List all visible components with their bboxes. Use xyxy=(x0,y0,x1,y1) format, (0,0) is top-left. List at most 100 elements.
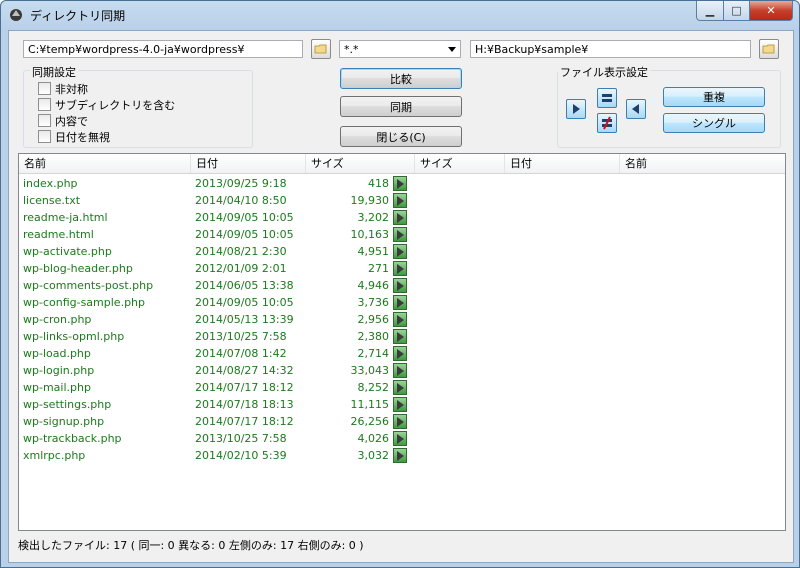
sync-settings-group: 同期設定 非対称 サブディレクトリを含む 内容で 日付を無視 xyxy=(23,64,253,148)
arrow-right-icon xyxy=(397,332,404,342)
table-row[interactable]: readme.html 2014/09/05 10:05 10,163 xyxy=(19,226,785,243)
table-row[interactable]: wp-comments-post.php 2014/06/05 13:38 4,94… xyxy=(19,277,785,294)
table-row[interactable]: wp-cron.php 2014/05/13 13:39 2,956 xyxy=(19,311,785,328)
left-only-marker[interactable] xyxy=(393,363,407,378)
left-only-marker[interactable] xyxy=(393,380,407,395)
title-bar[interactable]: ディレクトリ同期 ▁ □ ✕ xyxy=(1,1,799,29)
left-only-marker[interactable] xyxy=(393,312,407,327)
right-path-input[interactable]: H:¥Backup¥sample¥ xyxy=(470,40,751,58)
left-only-marker[interactable] xyxy=(393,329,407,344)
file-name: wp-signup.php xyxy=(23,415,105,428)
option-ignore-date[interactable]: 日付を無視 xyxy=(38,129,110,144)
table-row[interactable]: wp-login.php 2014/08/27 14:32 33,043 xyxy=(19,362,785,379)
file-name: wp-cron.php xyxy=(23,313,92,326)
file-name: wp-blog-header.php xyxy=(23,262,133,275)
table-row[interactable]: wp-activate.php 2014/08/21 2:30 4,951 xyxy=(19,243,785,260)
file-name: wp-settings.php xyxy=(23,398,112,411)
duplicate-button[interactable]: 重複 xyxy=(663,87,765,107)
file-name: readme.html xyxy=(23,228,94,241)
column-header-left-date[interactable]: 日付 xyxy=(191,154,306,173)
show-equal-button[interactable] xyxy=(597,88,617,108)
sync-button[interactable]: 同期 xyxy=(340,96,462,117)
option-asymmetric[interactable]: 非対称 xyxy=(38,81,88,96)
left-browse-button[interactable] xyxy=(311,39,331,59)
maximize-button[interactable]: □ xyxy=(724,1,750,21)
column-header-left-size[interactable]: サイズ xyxy=(306,154,415,173)
column-header-right-size[interactable]: サイズ xyxy=(415,154,505,173)
table-row[interactable]: readme-ja.html 2014/09/05 10:05 3,202 xyxy=(19,209,785,226)
close-icon: ✕ xyxy=(766,4,776,17)
left-only-marker[interactable] xyxy=(393,397,407,412)
table-row[interactable]: xmlrpc.php 2014/02/10 5:39 3,032 xyxy=(19,447,785,464)
file-size: 4,951 xyxy=(357,245,390,258)
left-path-input[interactable]: C:¥temp¥wordpress-4.0-ja¥wordpress¥ xyxy=(23,40,303,58)
table-row[interactable]: index.php 2013/09/25 9:18 418 xyxy=(19,175,785,192)
not-equal-icon xyxy=(602,116,612,130)
left-only-marker[interactable] xyxy=(393,210,407,225)
file-name: wp-activate.php xyxy=(23,245,112,258)
file-name: license.txt xyxy=(23,194,81,207)
compare-button[interactable]: 比較 xyxy=(340,68,462,89)
left-only-marker[interactable] xyxy=(393,346,407,361)
close-window-button[interactable]: ✕ xyxy=(750,1,793,21)
show-left-button[interactable] xyxy=(566,99,586,119)
filter-select[interactable]: *.* xyxy=(339,40,461,58)
file-date: 2014/07/08 1:42 xyxy=(195,347,287,360)
file-date: 2014/04/10 8:50 xyxy=(195,194,287,207)
option-by-content[interactable]: 内容で xyxy=(38,113,88,128)
arrow-right-icon xyxy=(397,196,404,206)
option-label: 日付を無視 xyxy=(55,130,110,144)
table-row[interactable]: wp-settings.php 2014/07/18 18:13 11,115 xyxy=(19,396,785,413)
table-row[interactable]: wp-links-opml.php 2013/10/25 7:58 2,380 xyxy=(19,328,785,345)
left-only-marker[interactable] xyxy=(393,278,407,293)
close-button[interactable]: 閉じる(C) xyxy=(340,126,462,147)
single-button[interactable]: シングル xyxy=(663,113,765,133)
table-row[interactable]: wp-blog-header.php 2012/01/09 2:01 271 xyxy=(19,260,785,277)
checkbox[interactable] xyxy=(38,114,51,127)
file-name: wp-trackback.php xyxy=(23,432,122,445)
display-settings-legend: ファイル表示設定 xyxy=(558,64,650,80)
left-only-marker[interactable] xyxy=(393,176,407,191)
file-date: 2014/05/13 13:39 xyxy=(195,313,294,326)
file-name: wp-links-opml.php xyxy=(23,330,125,343)
arrow-right-icon xyxy=(397,281,404,291)
show-right-button[interactable] xyxy=(626,99,646,119)
left-only-marker[interactable] xyxy=(393,193,407,208)
left-only-marker[interactable] xyxy=(393,448,407,463)
table-row[interactable]: wp-signup.php 2014/07/17 18:12 26,256 xyxy=(19,413,785,430)
maximize-icon: □ xyxy=(731,4,742,17)
table-row[interactable]: wp-trackback.php 2013/10/25 7:58 4,026 xyxy=(19,430,785,447)
display-settings-group: ファイル表示設定 重複 シングル xyxy=(557,64,781,148)
arrow-right-icon xyxy=(397,247,404,257)
left-only-marker[interactable] xyxy=(393,244,407,259)
show-different-button[interactable] xyxy=(597,113,617,133)
file-name: wp-load.php xyxy=(23,347,91,360)
checkbox[interactable] xyxy=(38,98,51,111)
checkbox[interactable] xyxy=(38,130,51,143)
left-only-marker[interactable] xyxy=(393,295,407,310)
client-area: C:¥temp¥wordpress-4.0-ja¥wordpress¥ *.* … xyxy=(8,30,794,563)
folder-icon xyxy=(314,44,327,54)
checkbox[interactable] xyxy=(38,82,51,95)
column-header-right-date[interactable]: 日付 xyxy=(505,154,620,173)
column-header-right-name[interactable]: 名前 xyxy=(620,154,785,173)
left-only-marker[interactable] xyxy=(393,414,407,429)
table-row[interactable]: wp-load.php 2014/07/08 1:42 2,714 xyxy=(19,345,785,362)
file-list[interactable]: 名前 日付 サイズ サイズ 日付 名前 index.php 2013/09/25 … xyxy=(18,153,786,531)
minimize-button[interactable]: ▁ xyxy=(696,1,724,21)
option-include-subdirectories[interactable]: サブディレクトリを含む xyxy=(38,97,175,112)
status-text: 検出したファイル: 17 ( 同一: 0 異なる: 0 左側のみ: 17 右側の… xyxy=(18,539,364,552)
column-header-left-name[interactable]: 名前 xyxy=(19,154,191,173)
file-date: 2014/08/27 14:32 xyxy=(195,364,294,377)
left-only-marker[interactable] xyxy=(393,431,407,446)
table-row[interactable]: license.txt 2014/04/10 8:50 19,930 xyxy=(19,192,785,209)
file-size: 10,163 xyxy=(350,228,390,241)
equal-icon xyxy=(602,94,612,102)
table-row[interactable]: wp-config-sample.php 2014/09/05 10:05 3,73… xyxy=(19,294,785,311)
chevron-down-icon xyxy=(448,47,456,52)
table-row[interactable]: wp-mail.php 2014/07/17 18:12 8,252 xyxy=(19,379,785,396)
left-only-marker[interactable] xyxy=(393,261,407,276)
file-size: 26,256 xyxy=(350,415,390,428)
right-browse-button[interactable] xyxy=(759,39,779,59)
left-only-marker[interactable] xyxy=(393,227,407,242)
